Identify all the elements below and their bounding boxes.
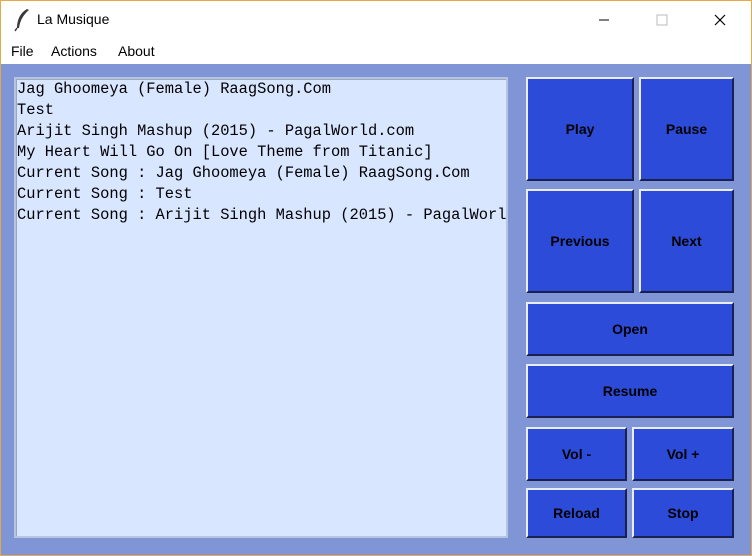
- menu-bar: File Actions About: [1, 39, 751, 64]
- volume-down-button[interactable]: Vol -: [526, 427, 627, 481]
- maximize-button[interactable]: [639, 1, 685, 39]
- menu-file[interactable]: File: [11, 43, 34, 59]
- maximize-icon: [656, 14, 668, 26]
- list-item[interactable]: Arijit Singh Mashup (2015) - PagalWorld.…: [16, 121, 506, 142]
- main-panel: Jag Ghoomeya (Female) RaagSong.Com Test …: [1, 64, 751, 555]
- menu-actions[interactable]: Actions: [51, 43, 97, 59]
- list-item[interactable]: My Heart Will Go On [Love Theme from Tit…: [16, 142, 506, 163]
- close-button[interactable]: [697, 1, 743, 39]
- title-bar[interactable]: La Musique: [1, 1, 751, 39]
- volume-up-button[interactable]: Vol +: [632, 427, 734, 481]
- playlist-listbox[interactable]: Jag Ghoomeya (Female) RaagSong.Com Test …: [14, 77, 508, 538]
- list-item[interactable]: Current Song : Arijit Singh Mashup (2015…: [16, 205, 506, 226]
- stop-button[interactable]: Stop: [632, 488, 734, 538]
- play-button[interactable]: Play: [526, 77, 634, 181]
- list-item[interactable]: Current Song : Test: [16, 184, 506, 205]
- list-item[interactable]: Test: [16, 100, 506, 121]
- reload-button[interactable]: Reload: [526, 488, 627, 538]
- close-icon: [714, 14, 726, 26]
- minimize-icon: [599, 19, 609, 21]
- previous-button[interactable]: Previous: [526, 189, 634, 293]
- minimize-button[interactable]: [581, 1, 627, 39]
- window-title: La Musique: [37, 11, 110, 27]
- next-button[interactable]: Next: [639, 189, 734, 293]
- pause-button[interactable]: Pause: [639, 77, 734, 181]
- open-button[interactable]: Open: [526, 302, 734, 356]
- feather-icon: [14, 9, 29, 32]
- app-window: La Musique File Actions About Jag Ghoome…: [0, 0, 752, 556]
- resume-button[interactable]: Resume: [526, 364, 734, 418]
- list-item[interactable]: Current Song : Jag Ghoomeya (Female) Raa…: [16, 163, 506, 184]
- list-item[interactable]: Jag Ghoomeya (Female) RaagSong.Com: [16, 79, 506, 100]
- menu-about[interactable]: About: [118, 43, 155, 59]
